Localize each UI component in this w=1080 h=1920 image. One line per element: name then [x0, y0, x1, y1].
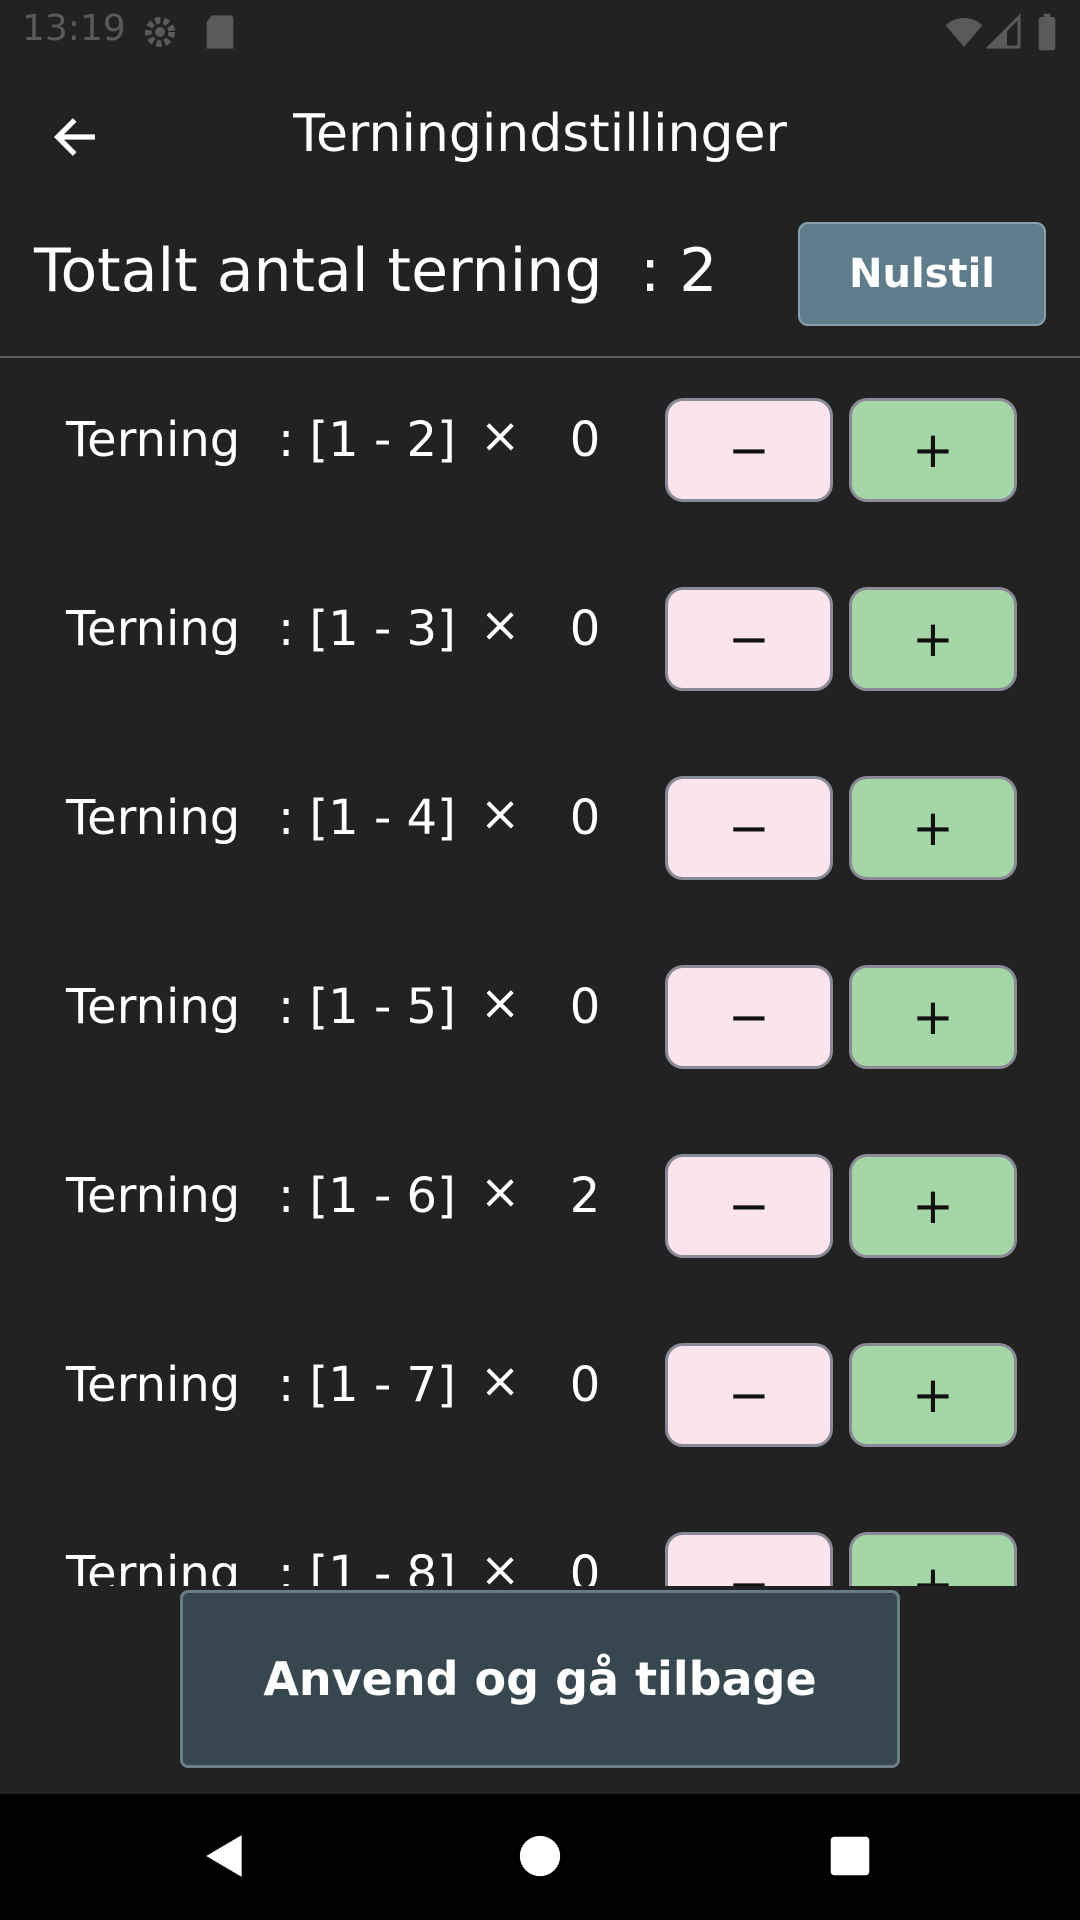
dice-label: Terning [66, 1546, 241, 1586]
sd-card-icon [202, 12, 238, 56]
dice-row: Terning : [1 - 6] × 2 − + [0, 1114, 1080, 1303]
decrement-button[interactable]: − [665, 1154, 833, 1258]
increment-button[interactable]: + [849, 1343, 1017, 1447]
increment-button[interactable]: + [849, 587, 1017, 691]
signal-icon [985, 12, 1022, 56]
battery-icon [1036, 12, 1058, 56]
increment-button[interactable]: + [849, 1532, 1017, 1586]
app-header: Terningindstillinger [0, 64, 1080, 214]
dice-label: Terning [66, 1168, 241, 1224]
multiply-icon: × [480, 786, 521, 842]
dice-range: : [1 - 3] [278, 601, 456, 657]
dice-range: : [1 - 5] [278, 979, 456, 1035]
dice-range: : [1 - 2] [278, 412, 456, 468]
home-circle-icon [518, 1834, 562, 1882]
dice-count: 0 [569, 979, 601, 1035]
nav-recents-button[interactable] [820, 1828, 880, 1888]
settings-icon [140, 12, 180, 56]
dice-label: Terning [66, 1357, 241, 1413]
dice-label: Terning [66, 790, 241, 846]
dice-row: Terning : [1 - 4] × 0 − + [0, 736, 1080, 925]
dice-row: Terning : [1 - 2] × 0 − + [0, 358, 1080, 547]
reset-button[interactable]: Nulstil [798, 222, 1046, 326]
dice-range: : [1 - 4] [278, 790, 456, 846]
dice-count: 0 [569, 790, 601, 846]
dice-row: Terning : [1 - 8] × 0 − + [0, 1492, 1080, 1586]
multiply-icon: × [480, 975, 521, 1031]
dice-list[interactable]: Terning : [1 - 2] × 0 − + Terning : [1 -… [0, 358, 1080, 1586]
dice-count: 0 [569, 601, 601, 657]
system-nav-bar [0, 1794, 1080, 1920]
increment-button[interactable]: + [849, 965, 1017, 1069]
increment-button[interactable]: + [849, 1154, 1017, 1258]
multiply-icon: × [480, 1542, 521, 1586]
dice-count: 0 [569, 412, 601, 468]
increment-button[interactable]: + [849, 776, 1017, 880]
dice-range: : [1 - 6] [278, 1168, 456, 1224]
nav-back-button[interactable] [195, 1828, 255, 1888]
decrement-button[interactable]: − [665, 776, 833, 880]
increment-button[interactable]: + [849, 398, 1017, 502]
status-bar: 13:19 [0, 0, 1080, 64]
dice-count: 0 [569, 1357, 601, 1413]
dice-row: Terning : [1 - 3] × 0 − + [0, 547, 1080, 736]
decrement-button[interactable]: − [665, 587, 833, 691]
dice-range: : [1 - 8] [278, 1546, 456, 1586]
dice-label: Terning [66, 979, 241, 1035]
status-time: 13:19 [22, 8, 126, 49]
multiply-icon: × [480, 1353, 521, 1409]
decrement-button[interactable]: − [665, 1532, 833, 1586]
multiply-icon: × [480, 597, 521, 653]
dice-count: 0 [569, 1546, 601, 1586]
dice-label: Terning [66, 412, 241, 468]
back-triangle-icon [200, 1831, 250, 1885]
recents-square-icon [829, 1835, 871, 1881]
wifi-icon [944, 12, 984, 56]
dice-range: : [1 - 7] [278, 1357, 456, 1413]
decrement-button[interactable]: − [665, 398, 833, 502]
multiply-icon: × [480, 408, 521, 464]
total-dice-value: : 2 [640, 236, 718, 306]
decrement-button[interactable]: − [665, 1343, 833, 1447]
decrement-button[interactable]: − [665, 965, 833, 1069]
nav-home-button[interactable] [510, 1828, 570, 1888]
dice-label: Terning [66, 601, 241, 657]
page-title: Terningindstillinger [293, 104, 787, 164]
total-dice-label: Totalt antal terning [34, 236, 603, 306]
dice-row: Terning : [1 - 5] × 0 − + [0, 925, 1080, 1114]
multiply-icon: × [480, 1164, 521, 1220]
apply-and-go-back-button[interactable]: Anvend og gå tilbage [180, 1590, 900, 1768]
dice-row: Terning : [1 - 7] × 0 − + [0, 1303, 1080, 1492]
dice-count: 2 [569, 1168, 601, 1224]
totals-bar: Totalt antal terning : 2 Nulstil [0, 214, 1080, 358]
